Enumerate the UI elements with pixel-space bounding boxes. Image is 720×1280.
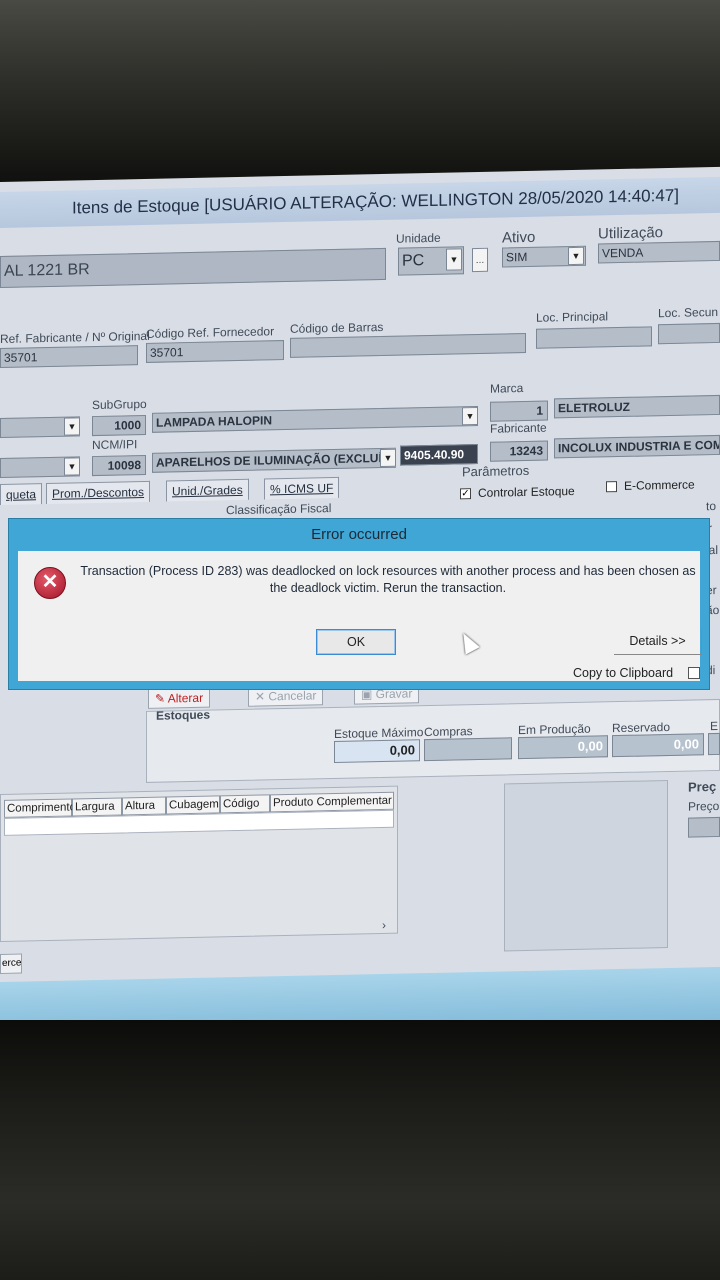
ncm-label: NCM/IPI [92, 437, 138, 453]
cod-barras-label: Código de Barras [290, 319, 384, 336]
ncm-code-field[interactable]: 10098 [92, 454, 146, 477]
tab-prom-descontos[interactable]: Prom./Descontos [46, 480, 151, 505]
grid-col-comprimento[interactable]: Comprimento [4, 798, 76, 818]
tab-etiqueta[interactable]: queta [0, 483, 43, 505]
parametros-title: Parâmetros [462, 462, 530, 480]
ncm-name-select[interactable]: APARELHOS DE ILUMINAÇÃO (EXCLUÍD [152, 447, 396, 473]
estoque-cut-label: E [710, 718, 719, 734]
ncm-number-field[interactable]: 9405.40.90 [400, 443, 478, 466]
compras-field[interactable] [424, 737, 512, 762]
subgrupo-name-select[interactable]: LAMPADA HALOPIN [152, 405, 478, 433]
ref-fabricante-field[interactable]: 35701 [0, 345, 138, 368]
compras-label: Compras [424, 724, 473, 740]
copy-to-clipboard-checkbox[interactable] [688, 667, 700, 679]
utilizacao-label: Utilização [598, 224, 664, 243]
window-title: Itens de Estoque [USUÁRIO ALTERAÇÃO: WEL… [0, 176, 720, 228]
cancel-icon: ✕ [255, 689, 269, 704]
error-icon: ✕ [34, 567, 66, 599]
ref-fabricante-label: Ref. Fabricante / Nº Original [0, 328, 150, 346]
reservado-label: Reservado [612, 719, 671, 736]
ativo-label: Ativo [502, 228, 536, 247]
error-message: Transaction (Process ID 283) was deadloc… [80, 564, 696, 595]
error-dialog: Error occurred ✕ Transaction (Process ID… [8, 518, 710, 690]
preco-title: Preç [688, 778, 717, 795]
grid-col-largura[interactable]: Largura [72, 797, 122, 817]
grid-scroll-right-icon[interactable]: › [382, 918, 386, 932]
fabricante-code-field[interactable]: 13243 [490, 440, 548, 462]
loc-principal-field[interactable] [536, 326, 652, 349]
tab-icms-uf[interactable]: % ICMS UF [264, 476, 340, 500]
descricao-field[interactable]: AL 1221 BR [0, 247, 386, 288]
ecommerce-label: E-Commerce [624, 477, 695, 493]
tipo-dropdown-icon[interactable]: ▼ [64, 457, 80, 476]
subgrupo-label: SubGrupo [92, 396, 147, 413]
details-button[interactable]: Details >> [614, 629, 702, 655]
marca-label: Marca [490, 381, 524, 396]
tab-unid-grades[interactable]: Unid./Grades [166, 478, 249, 502]
fabricante-name-field[interactable]: INCOLUX INDUSTRIA E COM [554, 434, 720, 459]
monitor-bezel-top [0, 0, 720, 190]
unidade-label: Unidade [396, 230, 441, 246]
subgrupo-dropdown-icon[interactable]: ▼ [462, 406, 478, 426]
estoque-cut-field[interactable] [708, 732, 720, 756]
grid-col-altura[interactable]: Altura [122, 796, 166, 816]
unidade-ellipsis-button[interactable]: … [472, 247, 488, 273]
subgrupo-code-field[interactable]: 1000 [92, 414, 146, 437]
grid-col-codigo[interactable]: Código [220, 794, 270, 814]
copy-to-clipboard-label: Copy to Clipboard [573, 666, 674, 680]
loc-secundaria-field[interactable] [658, 322, 720, 345]
controlar-estoque-checkbox[interactable]: ✓ [460, 488, 471, 500]
ativo-value: SIM [506, 249, 528, 265]
reservado-field[interactable]: 0,00 [612, 733, 704, 758]
grupo-dropdown-icon[interactable]: ▼ [64, 417, 80, 436]
fabricante-label: Fabricante [490, 420, 547, 436]
cod-fornecedor-label: Código Ref. Fornecedor [146, 324, 275, 341]
grid-col-cubagem[interactable]: Cubagem [166, 795, 220, 815]
controlar-estoque-label: Controlar Estoque [478, 483, 575, 500]
alterar-button[interactable]: ✎ Alterar [148, 687, 211, 709]
monitor-bezel-bottom [0, 1020, 720, 1280]
em-producao-field[interactable]: 0,00 [518, 735, 608, 760]
em-producao-label: Em Produção [518, 721, 591, 738]
estoque-maximo-field[interactable]: 0,00 [334, 739, 420, 764]
marca-name-field[interactable]: ELETROLUZ [554, 394, 720, 419]
error-dialog-title: Error occurred [311, 526, 407, 543]
tab-ecommerce[interactable]: erce [0, 953, 22, 974]
estoques-title: Estoques [156, 707, 211, 723]
loc-secundaria-label: Loc. Secun [658, 304, 719, 321]
ncm-dropdown-icon[interactable]: ▼ [380, 448, 396, 468]
classificacao-fiscal-label: Classificação Fiscal [226, 501, 332, 518]
marca-code-field[interactable]: 1 [490, 400, 548, 422]
edit-icon: ✎ [155, 691, 168, 706]
ecommerce-checkbox[interactable] [606, 481, 617, 493]
loc-principal-label: Loc. Principal [536, 309, 609, 325]
unidade-dropdown-icon[interactable]: ▼ [446, 248, 462, 271]
utilizacao-field[interactable]: VENDA [598, 240, 720, 264]
cod-fornecedor-field[interactable]: 35701 [146, 340, 284, 363]
image-panel [504, 780, 668, 952]
unidade-value: PC [402, 252, 425, 270]
error-dialog-body: ✕ Transaction (Process ID 283) was deadl… [18, 551, 702, 681]
preco-field[interactable] [688, 816, 720, 838]
preco-label: Preço [688, 798, 720, 814]
ativo-dropdown-icon[interactable]: ▼ [568, 246, 584, 266]
ok-button[interactable]: OK [316, 629, 396, 655]
cod-barras-field[interactable] [290, 332, 526, 358]
side-fragment-1: to [706, 499, 717, 514]
